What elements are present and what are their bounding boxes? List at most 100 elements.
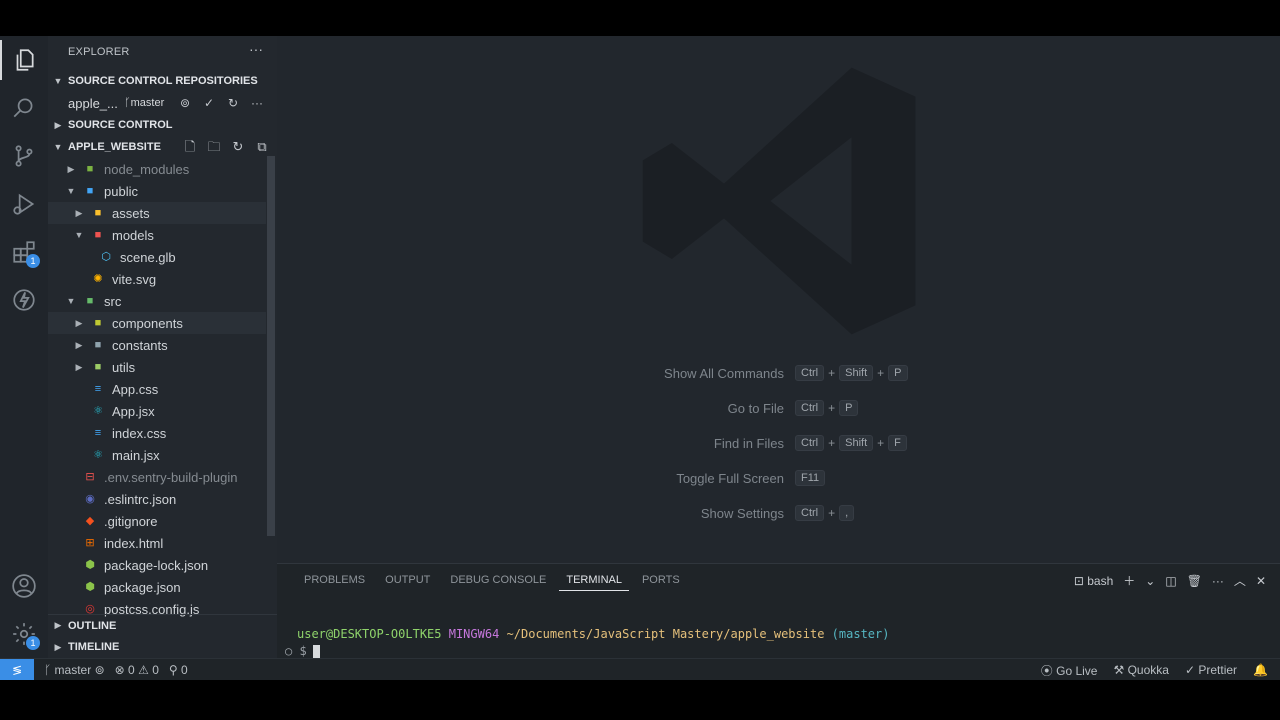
tree-file[interactable]: ≡ App.css xyxy=(48,378,266,400)
sidebar-scrollbar[interactable] xyxy=(267,156,275,536)
more-icon[interactable]: ··· xyxy=(1212,574,1224,588)
terminal-shell-selector[interactable]: ⊡ bash xyxy=(1074,574,1113,588)
close-panel-icon[interactable]: ✕ xyxy=(1256,574,1266,588)
tree-folder[interactable]: ▼ ■ public xyxy=(48,180,266,202)
tree-file[interactable]: ◉ .eslintrc.json xyxy=(48,488,266,510)
terminal-input[interactable]: ○ $ xyxy=(285,644,320,659)
branch-icon: ᚴ xyxy=(124,97,131,109)
refresh-explorer-icon[interactable]: ↻ xyxy=(229,138,247,156)
chevron-right-icon[interactable]: ▶ xyxy=(72,340,86,351)
chevron-down-icon[interactable]: ▼ xyxy=(64,186,78,196)
folder-icon: ■ xyxy=(94,361,102,373)
tree-file[interactable]: ◆ .gitignore xyxy=(48,510,266,532)
terminal-cursor xyxy=(312,644,320,659)
search-icon[interactable] xyxy=(0,84,48,132)
status-problems[interactable]: ⊗ 0 ⚠ 0 xyxy=(115,663,159,677)
sync-icon[interactable]: ⊚ xyxy=(176,94,194,112)
tab-problems[interactable]: PROBLEMS xyxy=(297,574,372,591)
cube-icon: ⬡ xyxy=(101,251,111,263)
tree-folder[interactable]: ▶ ■ node_modules xyxy=(48,158,266,180)
node-icon: ⬢ xyxy=(85,581,95,593)
prettier-button[interactable]: ✓ Prettier xyxy=(1185,663,1237,677)
tree-folder[interactable]: ▶ ■ constants xyxy=(48,334,266,356)
tree-folder[interactable]: ▼ ■ models xyxy=(48,224,266,246)
extensions-icon[interactable]: 1 xyxy=(0,228,48,276)
source-control-icon[interactable] xyxy=(0,132,48,180)
tree-file[interactable]: ⚛ App.jsx xyxy=(48,400,266,422)
trash-icon[interactable]: 🗑 xyxy=(1187,574,1202,588)
tree-file[interactable]: ⊟ .env.sentry-build-plugin xyxy=(48,466,266,488)
collapse-all-icon[interactable]: ⧉ xyxy=(253,138,271,156)
explorer-icon[interactable] xyxy=(0,36,48,84)
account-icon[interactable] xyxy=(0,562,48,610)
tree-folder[interactable]: ▶ ■ assets xyxy=(48,202,266,224)
terminal-prompt-line[interactable]: user@DESKTOP-O0LTKE5 MINGW64 ~/Documents… xyxy=(297,627,889,641)
tab-terminal[interactable]: TERMINAL xyxy=(559,574,629,591)
section-outline[interactable]: ▶ OUTLINE xyxy=(48,614,277,636)
quokka-button[interactable]: ⚒ Quokka xyxy=(1113,663,1168,677)
keycap: Ctrl xyxy=(795,435,825,451)
chevron-right-icon[interactable]: ▶ xyxy=(64,164,78,175)
split-terminal-icon[interactable]: ◫ xyxy=(1165,574,1176,588)
star-icon: ✺ xyxy=(93,273,103,285)
commit-check-icon[interactable]: ✓ xyxy=(200,94,218,112)
new-file-icon[interactable]: 🗋 xyxy=(181,138,199,156)
tree-item-label: package.json xyxy=(104,579,181,595)
tree-file[interactable]: ⬡ scene.glb xyxy=(48,246,266,268)
chevron-right-icon: ▶ xyxy=(54,641,62,652)
tab-output[interactable]: OUTPUT xyxy=(378,574,437,591)
branch-icon: ᚴ xyxy=(44,662,52,677)
panel-tabs: PROBLEMS OUTPUT DEBUG CONSOLE TERMINAL PORTS xyxy=(297,574,693,591)
maximize-panel-icon[interactable]: ︿ xyxy=(1234,572,1246,589)
tree-folder[interactable]: ▶ ■ utils xyxy=(48,356,266,378)
tree-file[interactable]: ⬢ package-lock.json xyxy=(48,554,266,576)
editor-area: Show All Commands Ctrl + Shift + P Go to File C… xyxy=(277,36,1280,563)
tree-file[interactable]: ≡ index.css xyxy=(48,422,266,444)
chevron-down-icon[interactable]: ▼ xyxy=(64,296,78,306)
tree-folder[interactable]: ▶ ■ components xyxy=(48,312,266,334)
section-source-control-repositories[interactable]: ▼ SOURCE CONTROL REPOSITORIES xyxy=(48,70,277,92)
status-ports[interactable]: ⚲ 0 xyxy=(169,663,188,677)
tree-file[interactable]: ⊞ index.html xyxy=(48,532,266,554)
tree-file[interactable]: ✺ vite.svg xyxy=(48,268,266,290)
chevron-right-icon[interactable]: ▶ xyxy=(72,362,86,373)
new-folder-icon[interactable]: 🗀 xyxy=(205,138,223,156)
tree-item-label: main.jsx xyxy=(112,447,160,463)
repo-branch[interactable]: ᚴmaster xyxy=(124,97,164,109)
chevron-right-icon[interactable]: ▶ xyxy=(72,208,86,219)
explorer-more-icon[interactable]: ··· xyxy=(246,40,266,60)
shortcut-label: Go to File xyxy=(727,400,784,416)
tree-file[interactable]: ⚛ main.jsx xyxy=(48,444,266,466)
sync-icon: ⊚ xyxy=(94,662,105,677)
chevron-down-icon[interactable]: ⌄ xyxy=(1145,574,1155,588)
tree-item-label: index.html xyxy=(104,535,164,551)
tab-debug-console[interactable]: DEBUG CONSOLE xyxy=(443,574,553,591)
tree-folder[interactable]: ▼ ■ src xyxy=(48,290,266,312)
chevron-down-icon[interactable]: ▼ xyxy=(72,230,86,240)
section-source-control[interactable]: ▶ SOURCE CONTROL xyxy=(48,114,277,136)
chevron-right-icon[interactable]: ▶ xyxy=(72,318,86,329)
refresh-icon[interactable]: ↻ xyxy=(224,94,242,112)
keycap: P xyxy=(888,365,908,381)
warning-icon: ⚠ xyxy=(138,662,149,677)
keycap: Ctrl xyxy=(795,400,825,416)
tree-item-label: .gitignore xyxy=(104,513,158,529)
react-icon: ⚛ xyxy=(93,449,103,461)
remote-indicator-icon[interactable]: ≶ xyxy=(0,658,34,680)
settings-gear-icon[interactable]: 1 xyxy=(0,610,48,658)
tree-file[interactable]: ⬢ package.json xyxy=(48,576,266,598)
run-debug-icon[interactable] xyxy=(0,180,48,228)
new-terminal-icon[interactable]: ＋ xyxy=(1123,572,1135,589)
notifications-bell-icon[interactable]: 🔔 xyxy=(1253,663,1268,677)
tab-ports[interactable]: PORTS xyxy=(635,574,687,591)
section-project[interactable]: ▼ APPLE_WEBSITE 🗋 🗀 ↻ ⧉ xyxy=(48,136,277,158)
lightning-icon[interactable] xyxy=(0,276,48,324)
section-timeline[interactable]: ▶ TIMELINE xyxy=(48,636,277,658)
tree-item-label: models xyxy=(112,227,154,243)
ports-icon: ⚲ xyxy=(168,662,178,677)
status-branch[interactable]: ᚴ master ⊚ xyxy=(44,663,105,677)
error-icon: ⊗ xyxy=(114,662,125,677)
go-live-button[interactable]: ⦿ Go Live xyxy=(1041,662,1098,679)
repository-row[interactable]: apple_... ᚴmaster ⊚ ✓ ↻ ··· xyxy=(48,92,277,114)
more-actions-icon[interactable]: ··· xyxy=(248,94,266,112)
